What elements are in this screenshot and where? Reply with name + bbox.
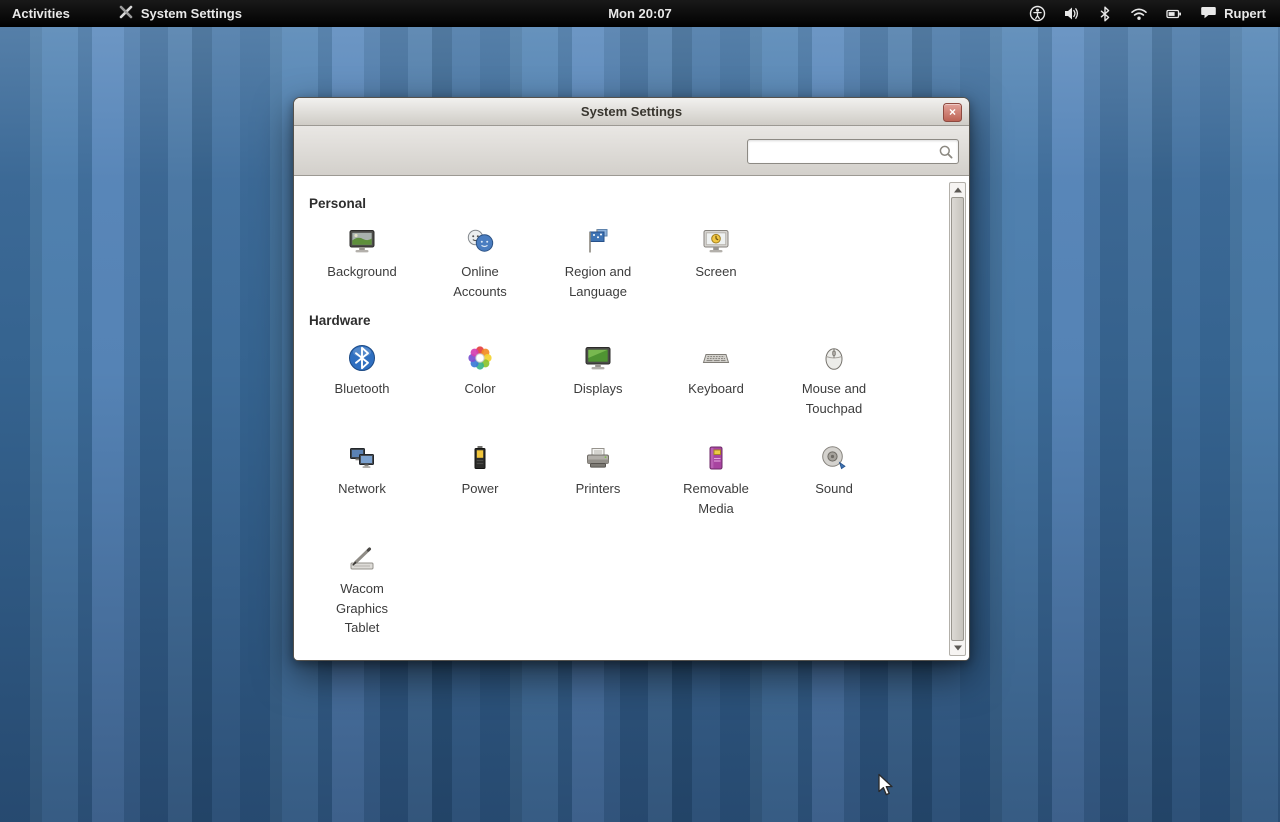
background-icon [346,225,378,257]
settings-item-label: Removable Media [683,481,749,516]
wifi-icon[interactable] [1130,6,1148,22]
settings-item-network[interactable]: Network [303,436,421,518]
volume-icon[interactable] [1063,5,1080,22]
app-menu-label: System Settings [140,6,242,21]
section-title-personal: Personal [309,196,367,211]
titlebar[interactable]: System Settings × [294,98,969,126]
region-language-icon [582,225,614,257]
sound-icon [818,442,850,474]
bluetooth-status-icon[interactable] [1097,6,1113,22]
settings-item-label: Mouse and Touchpad [801,381,867,416]
settings-item-label: Color [464,381,496,396]
settings-item-online-accounts[interactable]: Online Accounts [421,219,539,301]
settings-item-label: Region and Language [564,264,632,299]
section-title-hardware: Hardware [309,313,371,328]
chat-icon [1200,5,1217,23]
power-icon [464,442,496,474]
user-menu[interactable]: Rupert [1200,5,1266,23]
topbar-status-area: Rupert [1029,0,1280,27]
printers-icon [582,442,614,474]
bluetooth-icon [346,342,378,374]
app-icon [118,4,134,23]
toolbar [294,126,969,176]
settings-item-background[interactable]: Background [303,219,421,301]
settings-item-power[interactable]: Power [421,436,539,518]
settings-item-sound[interactable]: Sound [775,436,893,518]
settings-item-keyboard[interactable]: Keyboard [657,336,775,418]
personal-grid: Background Online Accounts Region and La… [294,219,969,301]
settings-item-screen[interactable]: Screen [657,219,775,301]
settings-item-label: Screen [695,264,737,279]
keyboard-icon [700,342,732,374]
settings-item-mouse-touchpad[interactable]: Mouse and Touchpad [775,336,893,418]
settings-item-label: Sound [815,481,853,496]
content-area: Personal Background Online Accounts Regi… [294,176,969,660]
app-menu[interactable]: System Settings [118,0,242,27]
scrollbar-track[interactable] [950,197,965,641]
battery-icon[interactable] [1165,6,1183,22]
settings-item-region-language[interactable]: Region and Language [539,219,657,301]
window-title: System Settings [580,104,683,119]
settings-item-label: Power [461,481,499,496]
network-icon [346,442,378,474]
displays-icon [582,342,614,374]
settings-item-label: Keyboard [688,381,744,396]
settings-item-label: Wacom Graphics Tablet [335,581,389,635]
scroll-down-button[interactable] [950,641,965,655]
settings-item-label: Bluetooth [334,381,390,396]
search-box [747,139,959,164]
settings-item-wacom[interactable]: Wacom Graphics Tablet [303,536,421,638]
username-label: Rupert [1224,6,1266,21]
scroll-up-button[interactable] [950,183,965,197]
color-icon [464,342,496,374]
settings-item-bluetooth[interactable]: Bluetooth [303,336,421,418]
close-button[interactable]: × [943,102,962,122]
topbar: Activities System Settings Mon 20:07 Rup… [0,0,1280,27]
accessibility-icon[interactable] [1029,5,1046,22]
settings-item-color[interactable]: Color [421,336,539,418]
settings-item-label: Displays [573,381,623,396]
search-input[interactable] [748,140,958,163]
settings-item-printers[interactable]: Printers [539,436,657,518]
activities-label: Activities [12,6,70,21]
settings-item-label: Background [327,264,397,279]
online-accounts-icon [464,225,496,257]
settings-item-removable-media[interactable]: Removable Media [657,436,775,518]
settings-item-label: Network [338,481,386,496]
hardware-grid: Bluetooth Color Displays Keyboard Mouse … [294,336,969,638]
settings-window: System Settings × Personal Background On… [293,97,970,661]
scrollbar[interactable] [949,182,966,656]
screen-icon [700,225,732,257]
activities-button[interactable]: Activities [0,0,82,27]
wacom-tablet-icon [346,542,378,574]
settings-item-label: Online Accounts [453,264,507,299]
scrollbar-thumb[interactable] [951,197,964,641]
settings-item-displays[interactable]: Displays [539,336,657,418]
removable-media-icon [700,442,732,474]
settings-item-label: Printers [575,481,621,496]
mouse-icon [818,342,850,374]
